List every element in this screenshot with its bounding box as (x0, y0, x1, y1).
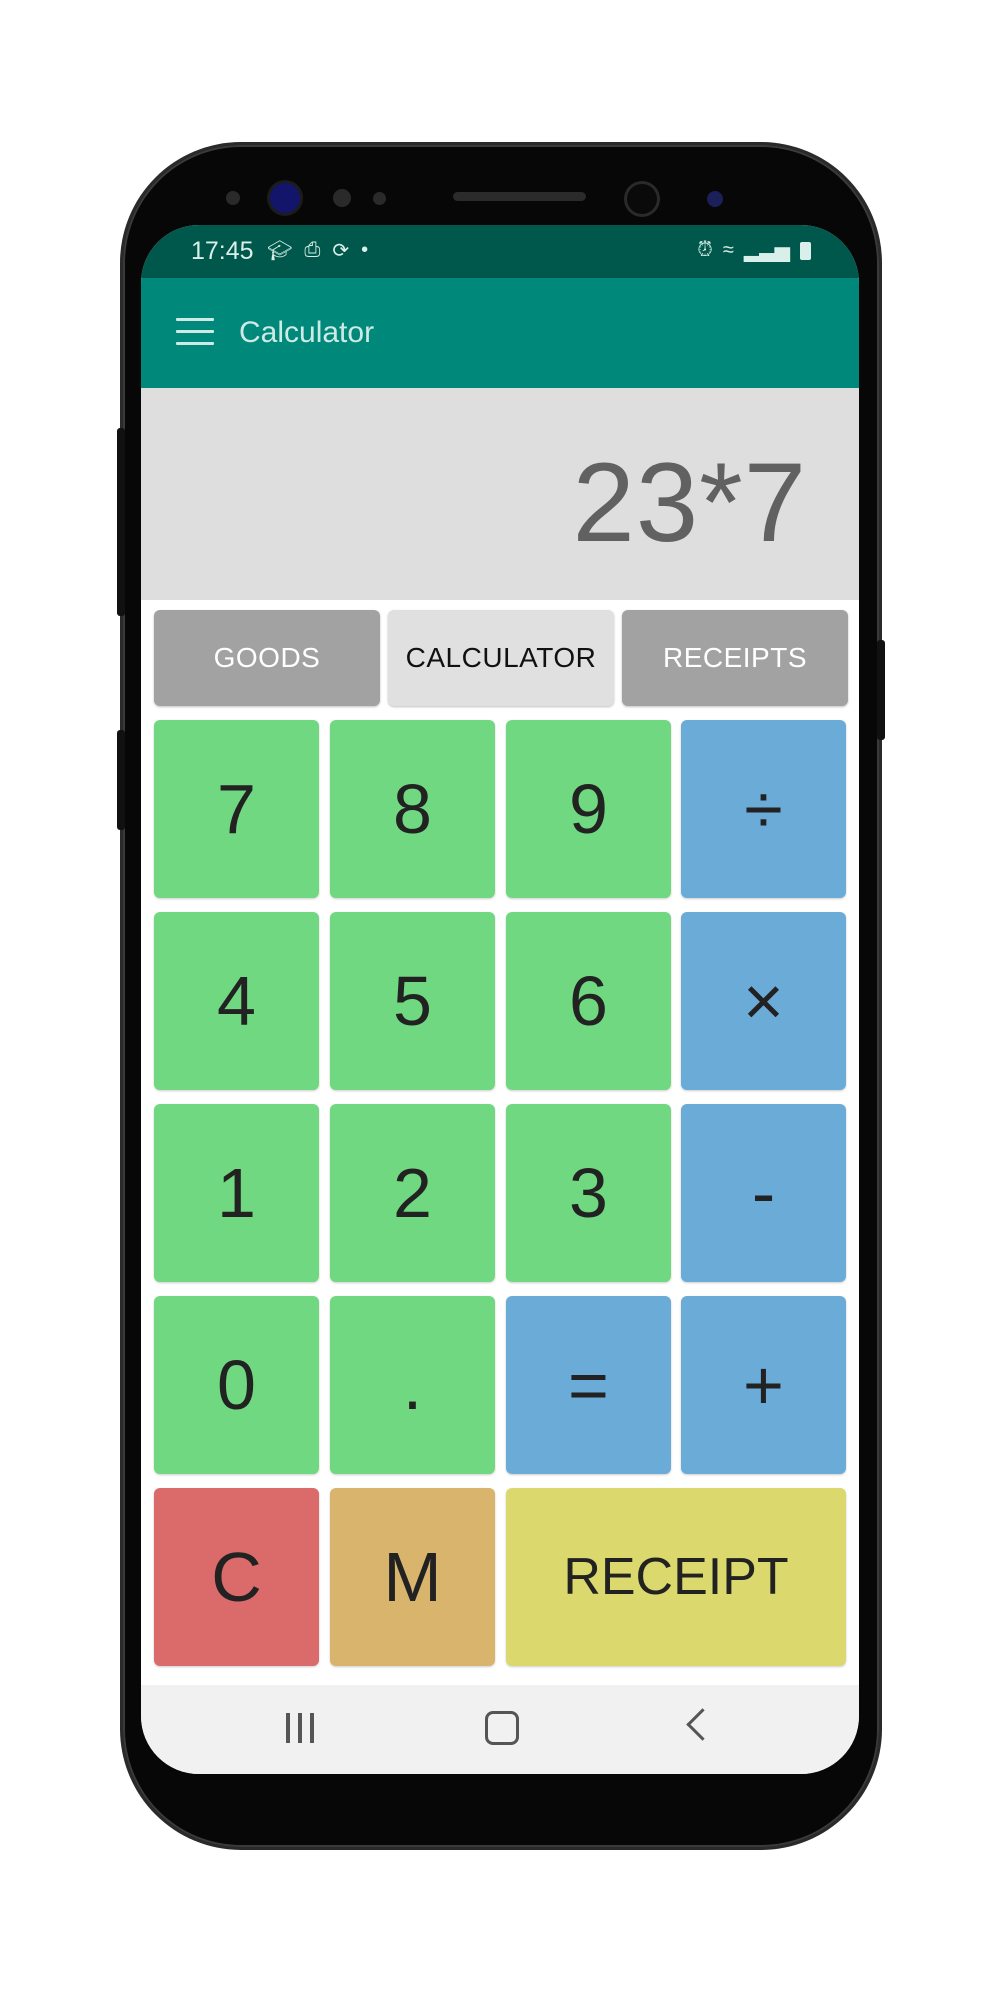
phone-side-button (117, 428, 125, 616)
status-bar: 17:45 🎓︎ ⎙ ⟳ • ⏰︎ ≈ ▂▃▅ (141, 225, 859, 278)
sensor-dot (226, 191, 240, 205)
recent-apps-icon[interactable] (286, 1713, 318, 1743)
tab-goods[interactable]: GOODS (154, 610, 380, 706)
key-9[interactable]: 9 (506, 720, 671, 898)
status-right-icons: ⏰︎ ≈ ▂▃▅ (697, 238, 811, 263)
receipt-button[interactable]: RECEIPT (506, 1488, 846, 1666)
key-memory[interactable]: M (330, 1488, 495, 1666)
key-2[interactable]: 2 (330, 1104, 495, 1282)
phone-side-button (117, 730, 125, 830)
earpiece-speaker (453, 192, 586, 201)
screen: 17:45 🎓︎ ⎙ ⟳ • ⏰︎ ≈ ▂▃▅ Calculator 23*7 … (141, 225, 859, 1774)
sensor-dot (373, 192, 386, 205)
key-decimal[interactable]: . (330, 1296, 495, 1474)
hamburger-menu-icon[interactable] (176, 318, 214, 346)
key-0[interactable]: 0 (154, 1296, 319, 1474)
sync-icon: ⟳ (332, 240, 350, 262)
tab-receipts[interactable]: RECEIPTS (622, 610, 848, 706)
iris-sensor-icon (707, 191, 723, 207)
tab-calculator[interactable]: CALCULATOR (388, 610, 614, 706)
signal-icon: ▂▃▅ (743, 240, 790, 262)
key-multiply[interactable]: × (681, 912, 846, 1090)
status-left-icons: 🎓︎ ⎙ ⟳ • (267, 238, 368, 263)
status-time: 17:45 (191, 237, 254, 265)
app-bar: Calculator (141, 278, 859, 388)
back-icon[interactable] (686, 1708, 719, 1741)
sensor-dot (333, 189, 351, 207)
graduation-cap-icon: 🎓︎ (267, 240, 293, 262)
key-plus[interactable]: + (681, 1296, 846, 1474)
display-expression: 23*7 (572, 440, 807, 565)
key-clear[interactable]: C (154, 1488, 319, 1666)
alarm-icon: ⏰︎ (697, 239, 713, 261)
front-camera-icon (270, 183, 300, 213)
key-divide[interactable]: ÷ (681, 720, 846, 898)
key-8[interactable]: 8 (330, 720, 495, 898)
system-nav-bar (141, 1685, 859, 1774)
phone-power-button (877, 640, 885, 740)
calculator-display: 23*7 (141, 388, 859, 600)
iris-camera-icon (627, 184, 657, 214)
key-equals[interactable]: = (506, 1296, 671, 1474)
key-5[interactable]: 5 (330, 912, 495, 1090)
dot-icon: • (361, 239, 369, 261)
key-4[interactable]: 4 (154, 912, 319, 1090)
key-6[interactable]: 6 (506, 912, 671, 1090)
key-7[interactable]: 7 (154, 720, 319, 898)
home-icon[interactable] (485, 1711, 519, 1745)
app-title: Calculator (239, 316, 375, 349)
key-minus[interactable]: - (681, 1104, 846, 1282)
key-3[interactable]: 3 (506, 1104, 671, 1282)
tab-bar: GOODS CALCULATOR RECEIPTS (154, 610, 848, 706)
battery-icon (800, 241, 811, 260)
print-icon: ⎙ (304, 239, 321, 261)
wifi-icon: ≈ (722, 239, 734, 261)
key-1[interactable]: 1 (154, 1104, 319, 1282)
